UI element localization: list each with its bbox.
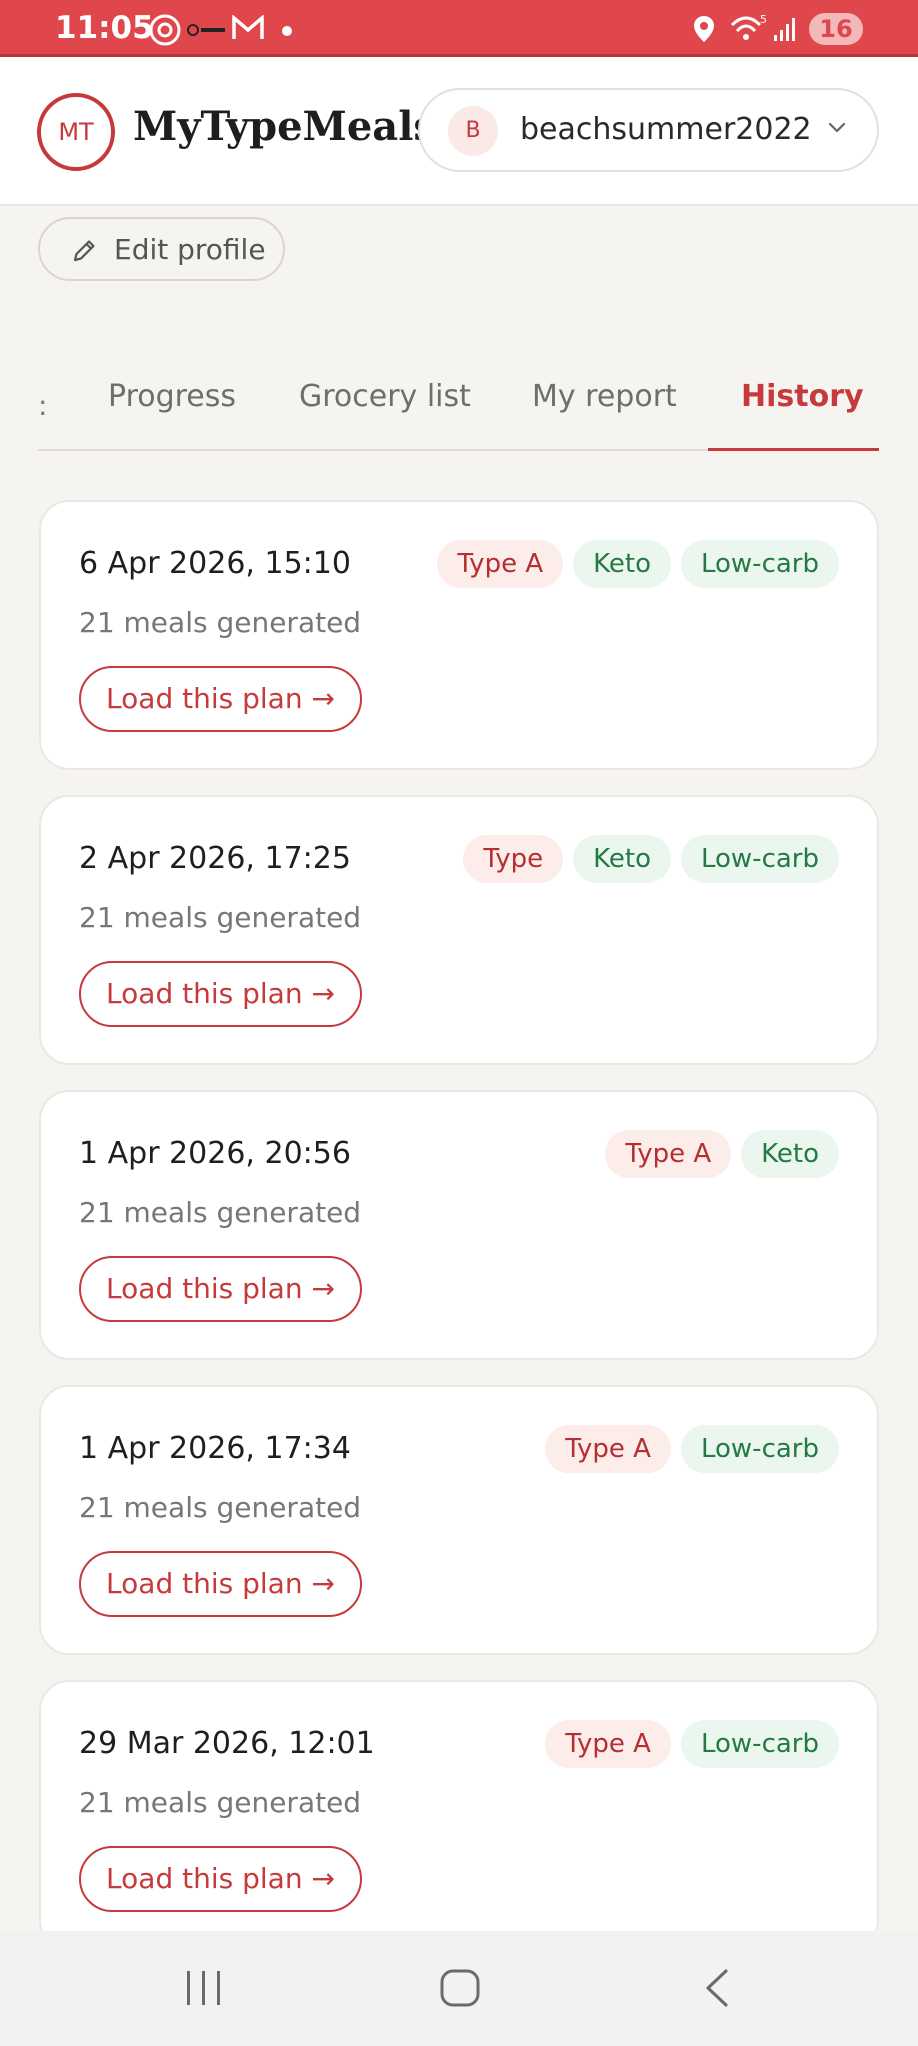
signal-icon [772,15,800,47]
plan-meal-count: 21 meals generated [79,1491,362,1524]
tab-progress[interactable]: Progress [108,379,236,414]
plan-date: 1 Apr 2026, 17:34 [79,1431,351,1466]
tag-diet: Keto [741,1130,839,1178]
plan-tags: Type A Keto [605,1130,839,1178]
tag-diet: Low-carb [680,1720,839,1768]
history-card: 1 Apr 2026, 17:34 Type A Low-carb 21 mea… [39,1385,879,1655]
status-bar: 11:05 5 16 [0,0,918,57]
load-plan-button[interactable]: Load this plan → [79,1846,362,1912]
plan-meal-count: 21 meals generated [79,1196,362,1229]
plan-tags: Type Keto Low-carb [463,835,839,883]
plan-date: 1 Apr 2026, 20:56 [79,1136,351,1171]
plan-tags: Type A Low-carb [545,1425,839,1473]
active-tab-indicator [708,448,879,451]
load-plan-button[interactable]: Load this plan → [79,1256,362,1322]
tag-diet: Keto [573,540,671,588]
tag-diet: Low-carb [680,835,839,883]
tag-blood-type: Type A [545,1720,671,1768]
pencil-icon [70,237,98,269]
app-title[interactable]: MyTypeMeals [133,103,436,150]
notification-icon [187,22,227,41]
tag-blood-type: Type A [545,1425,671,1473]
tag-blood-type: Type A [437,540,564,588]
account-username: beachsummer2022 [520,112,812,147]
dot-icon [281,22,293,41]
load-plan-button[interactable]: Load this plan → [79,1551,362,1617]
svg-text:5: 5 [760,13,767,26]
load-plan-button[interactable]: Load this plan → [79,666,362,732]
tab-my-report[interactable]: My report [532,379,677,414]
edit-profile-button[interactable]: Edit profile [38,217,285,281]
tag-diet: Low-carb [680,540,839,588]
wifi-icon: 5 [728,13,768,47]
history-card: 2 Apr 2026, 17:25 Type Keto Low-carb 21 … [39,795,879,1065]
status-time: 11:05 [55,10,154,46]
threads-icon [148,13,182,51]
plan-meal-count: 21 meals generated [79,901,362,934]
tab-history[interactable]: History [741,379,864,414]
plan-tags: Type A Keto Low-carb [437,540,839,588]
tag-blood-type: Type [463,835,564,883]
back-icon[interactable] [700,1965,734,2015]
plan-meal-count: 21 meals generated [79,1786,362,1819]
tag-blood-type: Type A [605,1130,732,1178]
plan-date: 6 Apr 2026, 15:10 [79,546,351,581]
tab-bar: : Progress Grocery list My report Histor… [38,375,879,451]
tag-diet: Low-carb [680,1425,839,1473]
account-switcher[interactable]: B beachsummer2022 [418,88,879,172]
app-logo[interactable]: MT [37,93,115,171]
plan-date: 2 Apr 2026, 17:25 [79,841,351,876]
tag-diet: Keto [573,835,671,883]
location-icon [692,14,716,48]
plan-meal-count: 21 meals generated [79,606,362,639]
edit-profile-label: Edit profile [114,233,266,266]
home-icon[interactable] [438,1965,482,2015]
system-nav-bar [0,1931,918,2046]
app-header: MT MyTypeMeals B beachsummer2022 [0,57,918,206]
avatar: B [448,106,498,156]
history-card: 6 Apr 2026, 15:10 Type A Keto Low-carb 2… [39,500,879,770]
battery-icon: 16 [809,13,863,45]
history-card: 29 Mar 2026, 12:01 Type A Low-carb 21 me… [39,1680,879,1950]
plan-tags: Type A Low-carb [545,1720,839,1768]
plan-date: 29 Mar 2026, 12:01 [79,1726,375,1761]
chevron-down-icon [827,120,847,139]
recents-icon[interactable] [183,1965,225,2015]
load-plan-button[interactable]: Load this plan → [79,961,362,1027]
history-card: 1 Apr 2026, 20:56 Type A Keto 21 meals g… [39,1090,879,1360]
tab-overflow-stub: : [38,389,48,422]
gmail-icon [232,14,264,45]
tab-grocery-list[interactable]: Grocery list [299,379,471,414]
